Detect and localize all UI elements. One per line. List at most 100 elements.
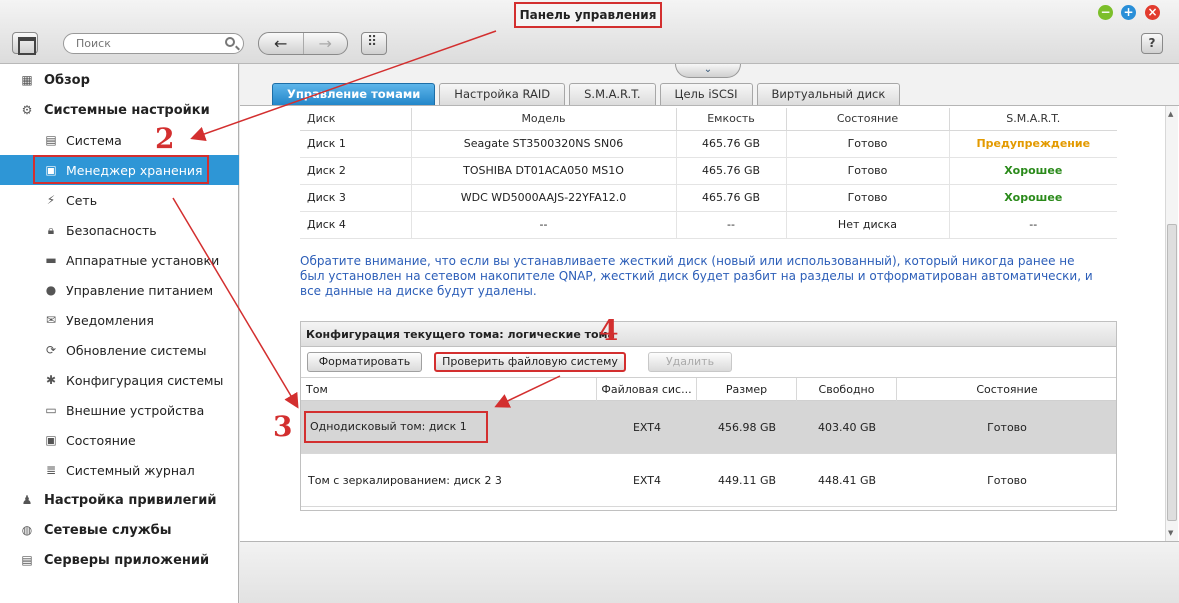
lock-icon: 🔒︎ xyxy=(47,223,55,237)
disk-status: Готово xyxy=(786,157,950,185)
search-box[interactable] xyxy=(63,33,244,54)
sidebar-item-label: Системный журнал xyxy=(66,462,195,478)
smart-status: Хорошее xyxy=(949,184,1117,212)
smart-status: -- xyxy=(949,211,1117,239)
sidebar-item-app-servers[interactable]: ▤ Серверы приложений xyxy=(0,545,239,575)
search-icon[interactable] xyxy=(225,37,235,47)
tab-virtual-disk[interactable]: Виртуальный диск xyxy=(756,83,901,105)
volume-panel-title: Конфигурация текущего тома: логические т… xyxy=(301,322,1116,347)
sidebar-item-overview[interactable]: ▦ Обзор xyxy=(0,65,239,95)
minimize-icon[interactable]: − xyxy=(1098,5,1113,20)
volume-size: 449.11 GB xyxy=(717,474,777,487)
delete-button[interactable]: Удалить xyxy=(648,352,732,372)
column-header: Файловая сис... xyxy=(597,378,697,401)
sidebar-item-external-devices[interactable]: ▭ Внешние устройства xyxy=(0,395,239,425)
column-header: Состояние xyxy=(786,108,950,131)
sidebar-item-privileges[interactable]: ♟ Настройка привилегий xyxy=(0,485,239,515)
sidebar-item-network[interactable]: ⚡ Сеть xyxy=(0,185,239,215)
tab-bar: Управление томами Настройка RAID S.M.A.R… xyxy=(272,83,901,105)
annotation-number: 2 xyxy=(155,122,175,155)
log-icon: ≣ xyxy=(45,463,57,477)
sidebar-item-system-update[interactable]: ⟳ Обновление системы xyxy=(0,335,239,365)
scroll-up-icon[interactable]: ▲ xyxy=(1168,110,1173,118)
table-row[interactable]: Диск 3 WDC WD5000AAJS-22YFA12.0 465.76 G… xyxy=(300,184,1117,212)
help-button[interactable]: ? xyxy=(1141,33,1163,54)
disk-capacity: -- xyxy=(676,211,787,239)
disk-name: Диск 2 xyxy=(300,157,412,185)
column-header: Состояние xyxy=(976,383,1038,396)
sidebar-item-system-log[interactable]: ≣ Системный журнал xyxy=(0,455,239,485)
volume-free: 403.40 GB xyxy=(817,421,877,434)
tab-iscsi-target[interactable]: Цель iSCSI xyxy=(659,83,753,105)
volume-free: 448.41 GB xyxy=(817,474,877,487)
sidebar-item-power[interactable]: ● Управление питанием xyxy=(0,275,239,305)
globe-icon: ◍ xyxy=(21,523,33,537)
sidebar-item-notifications[interactable]: ✉ Уведомления xyxy=(0,305,239,335)
navigation-buttons: ← → xyxy=(258,32,348,55)
back-button[interactable]: ← xyxy=(259,33,303,54)
format-button[interactable]: Форматировать xyxy=(307,352,422,372)
table-row[interactable]: Диск 1 Seagate ST3500320NS SN06 465.76 G… xyxy=(300,130,1117,158)
sidebar-item-network-services[interactable]: ◍ Сетевые службы xyxy=(0,515,239,545)
check-filesystem-button[interactable]: Проверить файловую систему xyxy=(434,352,626,372)
sidebar-item-label: Уведомления xyxy=(66,312,154,328)
annotation-number: 4 xyxy=(599,314,619,347)
external-device-icon: ▭ xyxy=(45,403,57,417)
sidebar-item-label: Системные настройки xyxy=(44,102,210,118)
disk-name: Диск 4 xyxy=(300,211,412,239)
disk-status: Готово xyxy=(786,184,950,212)
table-row[interactable]: Однодисковый том: диск 1 EXT4 456.98 GB … xyxy=(301,401,1116,454)
network-icon: ⚡ xyxy=(46,193,56,207)
home-icon[interactable] xyxy=(12,32,38,55)
sidebar-item-status[interactable]: ▣ Состояние xyxy=(0,425,239,455)
smart-status: Предупреждение xyxy=(949,130,1117,158)
sidebar-item-label: Настройка привилегий xyxy=(44,492,217,508)
column-header: Емкость xyxy=(676,108,787,131)
sidebar-item-label: Управление питанием xyxy=(66,282,214,298)
sidebar-item-security[interactable]: 🔒︎ Безопасность xyxy=(0,215,239,245)
system-icon: ▤ xyxy=(45,133,57,147)
tab-smart[interactable]: S.M.A.R.T. xyxy=(569,83,656,105)
apps-grid-icon[interactable] xyxy=(361,32,387,55)
tab-volume-management[interactable]: Управление томами xyxy=(272,83,436,105)
disk-model: -- xyxy=(411,211,677,239)
update-icon: ⟳ xyxy=(45,343,57,357)
disk-capacity: 465.76 GB xyxy=(676,184,787,212)
column-header: Диск xyxy=(300,108,412,131)
tab-content: Диск Модель Емкость Состояние S.M.A.R.T.… xyxy=(240,105,1179,542)
sidebar-item-label: Состояние xyxy=(66,432,136,448)
gear-icon: ⚙ xyxy=(21,103,33,117)
maximize-icon[interactable]: + xyxy=(1121,5,1136,20)
table-row[interactable]: Диск 2 TOSHIBA DT01ACA050 MS1O 465.76 GB… xyxy=(300,157,1117,185)
volume-filesystem: EXT4 xyxy=(632,421,661,434)
volume-config-panel: Конфигурация текущего тома: логические т… xyxy=(300,321,1117,511)
sidebar-item-label: Сетевые службы xyxy=(44,522,172,538)
sidebar-item-system[interactable]: ▤ Система xyxy=(0,125,239,155)
sidebar-item-label: Внешние устройства xyxy=(66,402,205,418)
close-icon[interactable]: × xyxy=(1145,5,1160,20)
disk-table: Диск Модель Емкость Состояние S.M.A.R.T.… xyxy=(300,108,1117,239)
sidebar-item-system-config[interactable]: ✱ Конфигурация системы xyxy=(0,365,239,395)
forward-button[interactable]: → xyxy=(302,33,348,54)
table-row[interactable]: Диск 4 -- -- Нет диска -- xyxy=(300,211,1117,239)
sidebar-item-system-settings[interactable]: ⚙ Системные настройки xyxy=(0,95,239,125)
column-header: Том xyxy=(301,378,597,401)
user-icon: ♟ xyxy=(21,493,33,507)
chevron-down-icon[interactable]: ⌄ xyxy=(675,64,741,78)
tab-raid-settings[interactable]: Настройка RAID xyxy=(439,83,566,105)
scrollbar[interactable]: ▲ ▼ xyxy=(1165,106,1178,541)
column-header: Размер xyxy=(697,378,797,401)
table-row[interactable]: Том с зеркалированием: диск 2 3 EXT4 449… xyxy=(301,454,1116,507)
sidebar-item-label: Конфигурация системы xyxy=(66,372,224,388)
sidebar-item-label: Обновление системы xyxy=(66,342,207,358)
overview-icon: ▦ xyxy=(21,73,33,87)
sidebar-item-hardware[interactable]: ▬ Аппаратные установки xyxy=(0,245,239,275)
scroll-down-icon[interactable]: ▼ xyxy=(1168,529,1173,537)
column-header: S.M.A.R.T. xyxy=(949,108,1117,131)
search-input[interactable] xyxy=(76,36,216,51)
scrollbar-thumb[interactable] xyxy=(1167,224,1177,521)
annotation-highlight-box xyxy=(33,155,209,184)
volume-name: Том с зеркалированием: диск 2 3 xyxy=(308,474,502,487)
disk-model: TOSHIBA DT01ACA050 MS1O xyxy=(411,157,677,185)
title-bar: Панель управления − + × ← → ? xyxy=(0,0,1179,64)
